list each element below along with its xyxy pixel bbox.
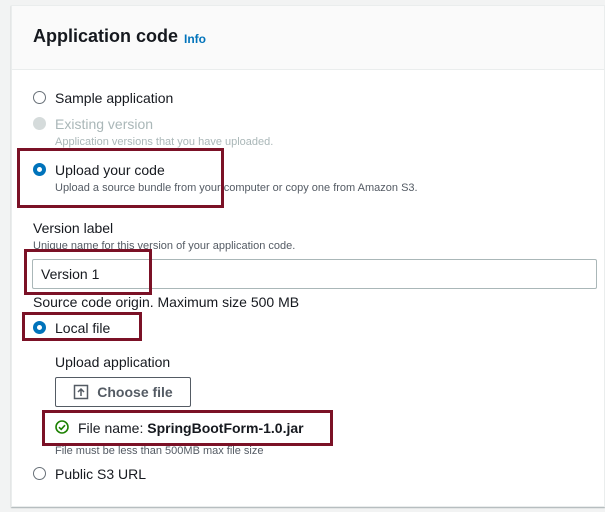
public-s3-url-label[interactable]: Public S3 URL	[55, 466, 146, 482]
existing-version-description: Application versions that you have uploa…	[55, 136, 274, 148]
sample-application-label[interactable]: Sample application	[55, 90, 173, 106]
highlight-upload-your-code	[17, 148, 224, 208]
radio-public-s3-url[interactable]	[33, 467, 46, 480]
highlight-local-file	[22, 312, 142, 341]
version-label-heading: Version label	[33, 220, 114, 236]
panel-title: Application code	[33, 26, 179, 46]
upload-icon	[74, 384, 89, 400]
highlight-version-input	[24, 249, 152, 295]
source-code-origin-label: Source code origin. Maximum size 500 MB	[33, 294, 300, 310]
panel-header: Application code Info	[12, 6, 604, 70]
choose-file-label: Choose file	[97, 384, 173, 400]
highlight-file-name	[42, 410, 333, 446]
radio-sample-application[interactable]	[33, 91, 46, 104]
info-link[interactable]: Info	[184, 32, 206, 46]
file-size-constraint: File must be less than 500MB max file si…	[55, 445, 264, 457]
radio-existing-version	[33, 117, 46, 130]
choose-file-button[interactable]: Choose file	[55, 377, 191, 407]
upload-application-label: Upload application	[55, 354, 171, 370]
existing-version-label: Existing version	[55, 116, 154, 132]
